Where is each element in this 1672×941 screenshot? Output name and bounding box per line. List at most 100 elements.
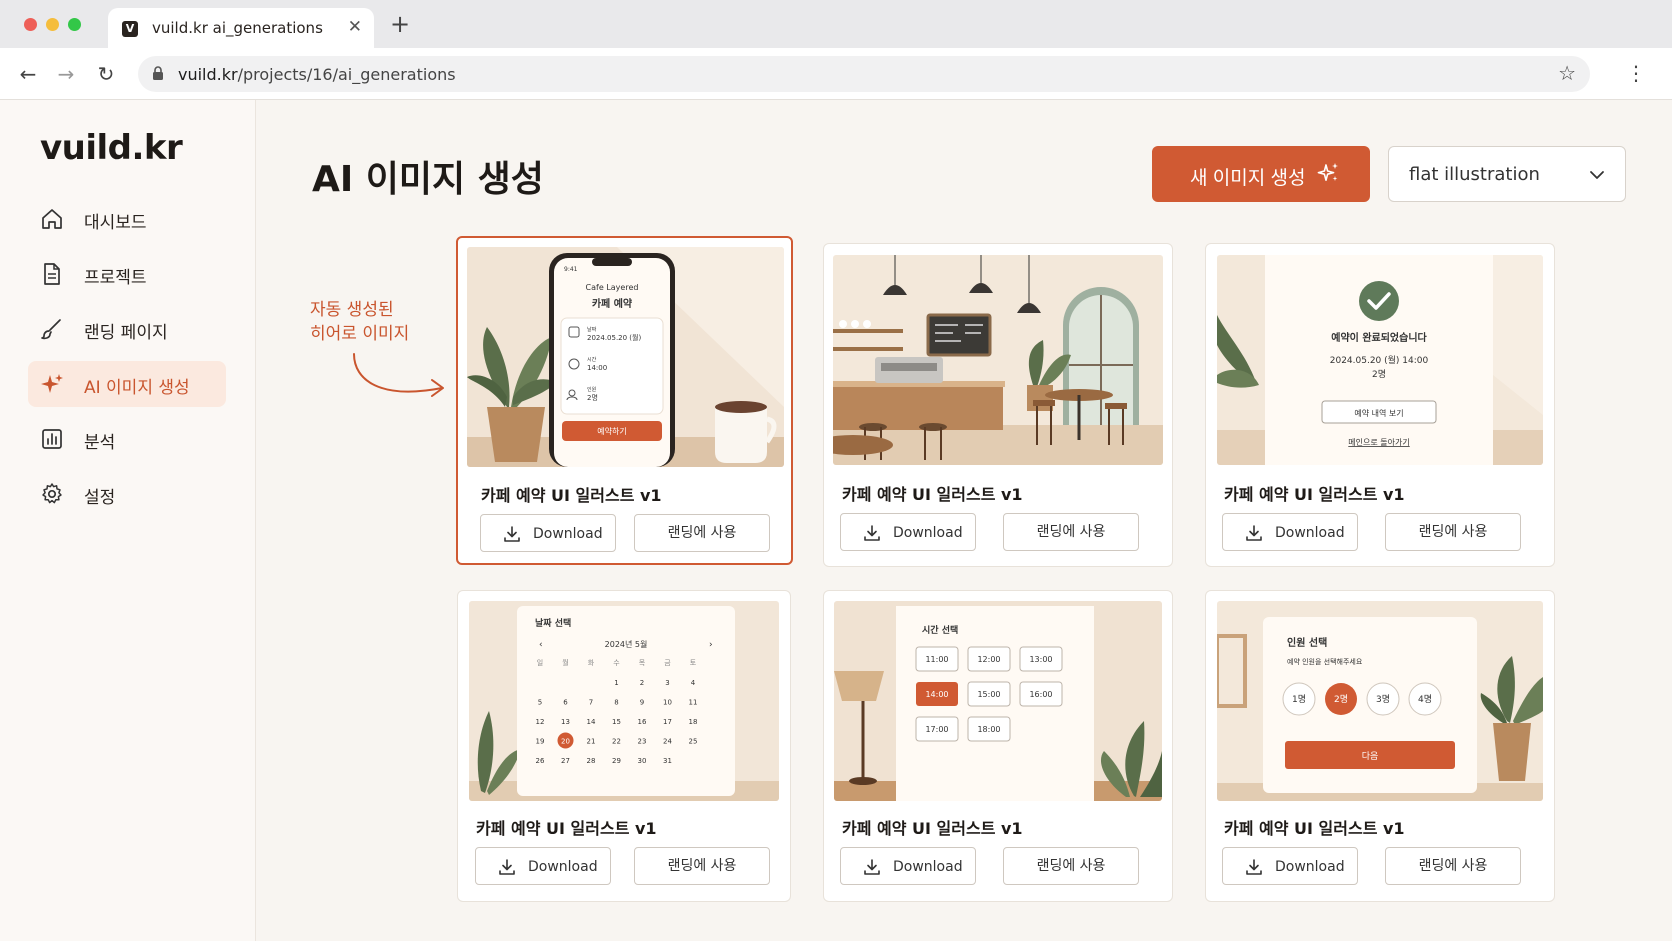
- calendar-day: 7: [589, 699, 593, 707]
- sidebar-item-landing[interactable]: 랜딩 페이지: [28, 306, 226, 352]
- calendar-day: 21: [587, 738, 596, 746]
- back-icon[interactable]: ←: [16, 62, 40, 86]
- image-card[interactable]: 인원 선택 예약 인원을 선택해주세요 1명 2명 3명 4명 다음 카페 예약 UI…: [1205, 590, 1555, 902]
- use-in-landing-button[interactable]: 랜딩에 사용: [634, 514, 770, 552]
- card-image[interactable]: 예약이 완료되었습니다 2024.05.20 (월) 14:00 2명 예약 내…: [1217, 255, 1543, 465]
- download-label: Download: [893, 525, 963, 541]
- use-in-landing-button[interactable]: 랜딩에 사용: [1003, 513, 1139, 551]
- url-text: vuild.kr/projects/16/ai_generations: [178, 65, 456, 84]
- brush-icon: [41, 319, 61, 340]
- calendar-day: 14: [587, 718, 596, 726]
- download-icon: [864, 525, 880, 541]
- calendar-day: 5: [538, 699, 542, 707]
- time-slot-label: 12:00: [977, 655, 1000, 664]
- card-image[interactable]: [833, 255, 1163, 465]
- download-icon: [864, 859, 880, 875]
- card-image[interactable]: 날짜 선택 ‹ 2024년 5월 › 일 월 화 수 목 금 토1 2 3 45 6 7 8 9 10 111…: [469, 601, 779, 801]
- calendar-day: 13: [561, 718, 570, 726]
- calendar-day: 17: [663, 718, 672, 726]
- new-image-button[interactable]: 새 이미지 생성: [1152, 146, 1370, 202]
- use-in-landing-button[interactable]: 랜딩에 사용: [634, 847, 770, 885]
- download-button[interactable]: Download: [475, 847, 611, 885]
- time-slot-label: 15:00: [977, 690, 1000, 699]
- calendar-day: 31: [663, 757, 672, 765]
- card-image[interactable]: 인원 선택 예약 인원을 선택해주세요 1명 2명 3명 4명 다음: [1217, 601, 1543, 801]
- image-card[interactable]: 9:41 Cafe Layered 카페 예약 날짜 2024.05.20 (월…: [456, 236, 793, 565]
- close-window-button[interactable]: [24, 18, 37, 31]
- app-logo[interactable]: vuild.kr: [40, 128, 183, 168]
- use-in-landing-button[interactable]: 랜딩에 사용: [1385, 847, 1521, 885]
- calendar-heading: 날짜 선택: [535, 617, 571, 629]
- download-button[interactable]: Download: [1222, 847, 1358, 885]
- time-slot-label: 16:00: [1029, 690, 1052, 699]
- download-button[interactable]: Download: [480, 514, 616, 552]
- image-card[interactable]: 카페 예약 UI 일러스트 v1 Download 랜딩에 사용: [823, 243, 1173, 567]
- confirm-button: 예약 내역 보기: [1354, 408, 1403, 418]
- time-slot-label: 14:00: [925, 690, 948, 699]
- download-button[interactable]: Download: [840, 513, 976, 551]
- use-in-landing-button[interactable]: 랜딩에 사용: [1003, 847, 1139, 885]
- card-title: 카페 예약 UI 일러스트 v1: [476, 819, 657, 838]
- phone-heading: 카페 예약: [592, 297, 633, 310]
- browser-menu-icon[interactable]: ⋮: [1626, 61, 1646, 85]
- calendar-day: 12: [536, 718, 545, 726]
- new-tab-icon[interactable]: +: [390, 12, 410, 36]
- card-image[interactable]: 9:41 Cafe Layered 카페 예약 날짜 2024.05.20 (월…: [467, 247, 784, 467]
- calendar-day: 16: [638, 718, 647, 726]
- calendar-day: 26: [536, 757, 545, 765]
- calendar-weekday: 목: [639, 659, 646, 667]
- calendar-day: 27: [561, 757, 570, 765]
- sidebar-item-ai-image[interactable]: AI 이미지 생성: [28, 361, 226, 407]
- calendar-day: 28: [587, 757, 596, 765]
- maximize-window-button[interactable]: [68, 18, 81, 31]
- phone-status-time: 9:41: [564, 266, 578, 273]
- time-slot-label: 11:00: [925, 655, 948, 664]
- minimize-window-button[interactable]: [46, 18, 59, 31]
- sidebar: vuild.kr 대시보드 프로젝트 랜딩 페이지 AI 이미지 생성 분석 설…: [0, 100, 256, 941]
- annotation-line-2: 히어로 이미지: [310, 324, 410, 344]
- calendar-prev-icon: ‹: [539, 640, 543, 650]
- annotation-line-1: 자동 생성된: [310, 300, 394, 320]
- forward-icon[interactable]: →: [54, 62, 78, 86]
- card-image[interactable]: 시간 선택 11:00 12:00 13:00 14:00 15:00 16:00 17:0…: [834, 601, 1162, 801]
- calendar-day: 8: [614, 699, 618, 707]
- bookmark-star-icon[interactable]: ☆: [1558, 61, 1576, 85]
- people-next-button: 다음: [1362, 751, 1379, 762]
- sidebar-item-dashboard[interactable]: 대시보드: [28, 196, 226, 242]
- image-card[interactable]: 날짜 선택 ‹ 2024년 5월 › 일 월 화 수 목 금 토 1 2 3 4 5 6 7 8 9 10 11 1…: [457, 590, 791, 902]
- use-in-landing-button[interactable]: 랜딩에 사용: [1385, 513, 1521, 551]
- calendar-day: 2: [640, 679, 644, 687]
- style-select[interactable]: flat illustration: [1388, 146, 1626, 202]
- time-heading: 시간 선택: [922, 624, 958, 636]
- download-label: Download: [893, 859, 963, 875]
- download-button[interactable]: Download: [840, 847, 976, 885]
- confirm-heading: 예약이 완료되었습니다: [1331, 331, 1427, 344]
- download-label: Download: [1275, 525, 1345, 541]
- calendar-day: 29: [612, 757, 621, 765]
- sidebar-item-settings[interactable]: 설정: [28, 471, 226, 517]
- url-path: /projects/16/ai_generations: [237, 65, 456, 84]
- chevron-down-icon: [1590, 171, 1604, 179]
- url-field[interactable]: vuild.kr/projects/16/ai_generations ☆: [138, 56, 1590, 92]
- annotation-note: 자동 생성된 히어로 이미지: [310, 298, 409, 346]
- document-icon: [44, 263, 60, 285]
- image-card[interactable]: 시간 선택 11:00 12:00 13:00 14:00 15:00 16:00 17:0…: [823, 590, 1173, 902]
- calendar-day: 15: [612, 718, 621, 726]
- card-title: 카페 예약 UI 일러스트 v1: [481, 486, 662, 505]
- browser-tabbar: V vuild.kr ai_generations ✕ +: [0, 0, 1672, 48]
- reload-icon[interactable]: ↻: [94, 62, 118, 86]
- phone-people: 2명: [587, 393, 598, 402]
- image-card[interactable]: 예약이 완료되었습니다 2024.05.20 (월) 14:00 2명 예약 내…: [1205, 243, 1555, 567]
- sidebar-item-analytics[interactable]: 분석: [28, 416, 226, 462]
- tab-close-icon[interactable]: ✕: [348, 17, 362, 37]
- page-title: AI 이미지 생성: [312, 159, 544, 200]
- calendar-day: 19: [536, 738, 545, 746]
- browser-tab[interactable]: V vuild.kr ai_generations ✕: [108, 8, 374, 48]
- annotation-arrow-icon: [353, 353, 444, 397]
- new-image-button-label: 새 이미지 생성: [1190, 168, 1306, 189]
- calendar-day: 6: [563, 699, 568, 707]
- download-button[interactable]: Download: [1222, 513, 1358, 551]
- sidebar-item-projects[interactable]: 프로젝트: [28, 251, 226, 297]
- calendar-day: 25: [689, 738, 698, 746]
- card-title: 카페 예약 UI 일러스트 v1: [1224, 819, 1405, 838]
